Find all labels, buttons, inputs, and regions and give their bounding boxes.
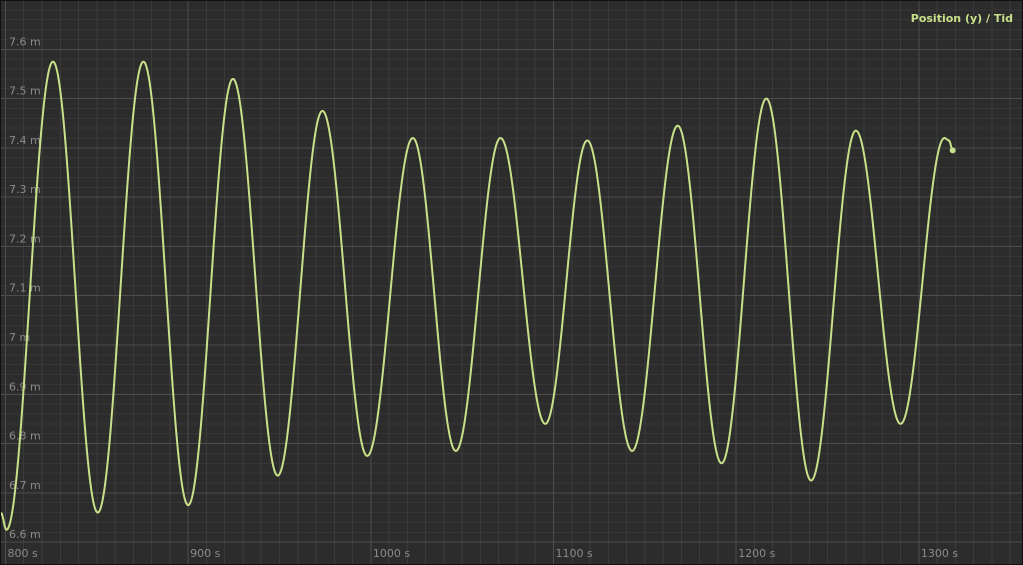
x-tick-label: 1200 s	[738, 547, 775, 560]
y-axis-tick-labels: 6.6 m6.7 m6.8 m6.9 m7 m7.1 m7.2 m7.3 m7.…	[9, 35, 41, 541]
y-tick-label: 7.2 m	[9, 232, 41, 245]
y-tick-label: 7.5 m	[9, 85, 41, 98]
y-tick-label: 7.4 m	[9, 134, 41, 147]
x-axis-tick-labels: 800 s 900 s 1000 s 1100 s 1200 s 1300 s	[7, 547, 958, 560]
x-tick-label: 1100 s	[556, 547, 593, 560]
grid-major	[0, 0, 1023, 565]
y-tick-label: 7.6 m	[9, 35, 41, 48]
y-tick-label: 6.8 m	[9, 430, 41, 443]
x-tick-label: 900 s	[190, 547, 220, 560]
x-tick-label: 1300 s	[921, 547, 958, 560]
y-tick-label: 6.6 m	[9, 528, 41, 541]
x-tick-label: 1000 s	[373, 547, 410, 560]
plot-area: 6.6 m6.7 m6.8 m6.9 m7 m7.1 m7.2 m7.3 m7.…	[0, 0, 1023, 565]
chart-frame: 6.6 m 6.7 m 6.8 m 6.9 m7 m 7.1 m 7.2 m 7.3 m 7.…	[0, 0, 1023, 565]
y-tick-label: 7.1 m	[9, 282, 41, 295]
series-end-point	[949, 147, 956, 154]
x-tick-label: 800 s	[7, 547, 37, 560]
grid-minor	[0, 0, 1023, 565]
y-tick-label: 6.7 m	[9, 479, 41, 492]
chart-border	[0, 0, 1023, 565]
legend-label: Position (y) / Tid	[910, 12, 1013, 25]
